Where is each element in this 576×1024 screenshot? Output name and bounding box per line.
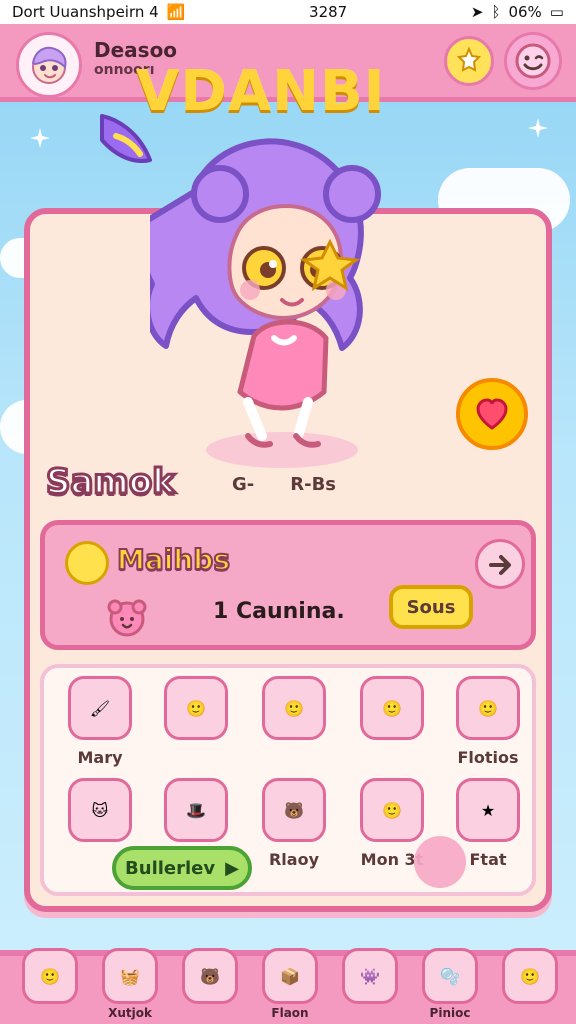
location-icon: ➤: [470, 3, 484, 21]
nav-label: Pinioc: [429, 1006, 471, 1020]
profile-avatar-icon: [31, 46, 67, 84]
bear-icon: 🐻: [182, 948, 238, 1004]
nav-item[interactable]: 🙂: [484, 948, 576, 1024]
tile-label: Ftat: [469, 850, 507, 869]
tile-label: Rlaoy: [268, 850, 320, 869]
collection-tile[interactable]: 🖌 Mary: [52, 676, 148, 776]
achievement-button[interactable]: [444, 36, 494, 86]
sparkle-icon: [30, 128, 50, 148]
bluetooth-icon: ᛒ: [491, 3, 501, 21]
profile-avatar[interactable]: [16, 32, 82, 98]
character-icon: 🙂: [22, 948, 78, 1004]
status-right: ➤ ᛒ 06% ▭: [471, 3, 564, 21]
monster-icon: 👾: [342, 948, 398, 1004]
box-icon: 📦: [262, 948, 318, 1004]
emote-button[interactable]: [504, 32, 562, 90]
nav-item[interactable]: 🐻: [164, 948, 256, 1024]
battery-icon: ▭: [549, 3, 564, 21]
character-icon: 🙂: [456, 676, 520, 740]
paintbrush-icon: 🖌: [68, 676, 132, 740]
status-left: Dort Uuanshpeirn 4 📶: [12, 3, 185, 21]
status-bar: Dort Uuanshpeirn 4 📶 3287 ➤ ᛒ 06% ▭: [0, 0, 576, 24]
missions-action-label: Sous: [406, 596, 456, 618]
heart-icon: [476, 398, 508, 430]
badge-icon: [456, 46, 482, 72]
clock-text: 3287: [309, 3, 348, 21]
tile-label: Flotios: [457, 748, 519, 767]
app-logo: VDANBI: [136, 59, 386, 124]
like-button[interactable]: [456, 378, 528, 450]
basket-icon: 🧺: [102, 948, 158, 1004]
nav-item[interactable]: 📦 Flaon: [244, 948, 336, 1024]
tile-label: Mary: [77, 748, 123, 767]
blob-icon: 🫧: [422, 948, 478, 1004]
carrier-text: Dort Uuanshpeirn 4: [12, 3, 159, 21]
missions-open-button[interactable]: [475, 539, 525, 589]
character-icon: 🙂: [502, 948, 558, 1004]
character-icon: 🙂: [360, 778, 424, 842]
smile-face-icon: [515, 43, 551, 79]
arrow-icon: [489, 555, 511, 575]
battery-text: 06%: [508, 3, 542, 21]
hat-icon: 🎩: [164, 778, 228, 842]
nav-label: Xutjok: [108, 1006, 152, 1020]
nav-item[interactable]: 🧺 Xutjok: [84, 948, 176, 1024]
highlight-dot: [414, 836, 466, 888]
bulletin-label: Bullerlev: [125, 857, 216, 879]
nav-item[interactable]: 🫧 Pinioc: [404, 948, 496, 1024]
chevron-right-icon: ▶: [225, 857, 239, 879]
collection-tile[interactable]: 🐻 Rlaoy: [246, 778, 342, 878]
bear-icon: 🐻: [262, 778, 326, 842]
collection-tile[interactable]: 🙂: [148, 676, 244, 776]
character-name: Samok: [45, 461, 177, 504]
character-icon: 🙂: [360, 676, 424, 740]
missions-title: Maihbs: [116, 542, 231, 577]
user-title: Deasoo: [94, 38, 178, 62]
wifi-icon: 📶: [166, 3, 186, 21]
sparkle-icon: [528, 118, 548, 138]
cat-icon: 🐱: [68, 778, 132, 842]
missions-action-button[interactable]: Sous: [389, 585, 473, 629]
collection-tile[interactable]: 🙂: [344, 676, 440, 776]
bulletin-button[interactable]: Bullerlev ▶: [112, 846, 252, 890]
character-icon: 🙂: [164, 676, 228, 740]
nav-label: Flaon: [271, 1006, 309, 1020]
character-stats: G- R-Bs: [232, 474, 336, 495]
logo-wing-icon: [100, 114, 152, 163]
stat-left: G-: [232, 474, 255, 495]
missions-count: 1 Caunina.: [213, 599, 345, 624]
bear-icon: [107, 599, 147, 637]
missions-emoji-icon: [65, 541, 109, 585]
character-icon: 🙂: [262, 676, 326, 740]
collection-tile[interactable]: 🙂 Flotios: [440, 676, 536, 776]
star-icon: ★: [456, 778, 520, 842]
collection-tile[interactable]: 🙂: [246, 676, 342, 776]
hero-character: [150, 138, 381, 468]
nav-item[interactable]: 👾: [324, 948, 416, 1024]
stat-right: R-Bs: [290, 474, 337, 495]
missions-panel: Maihbs 1 Caunina. Sous: [40, 520, 536, 650]
nav-item[interactable]: 🙂: [4, 948, 96, 1024]
